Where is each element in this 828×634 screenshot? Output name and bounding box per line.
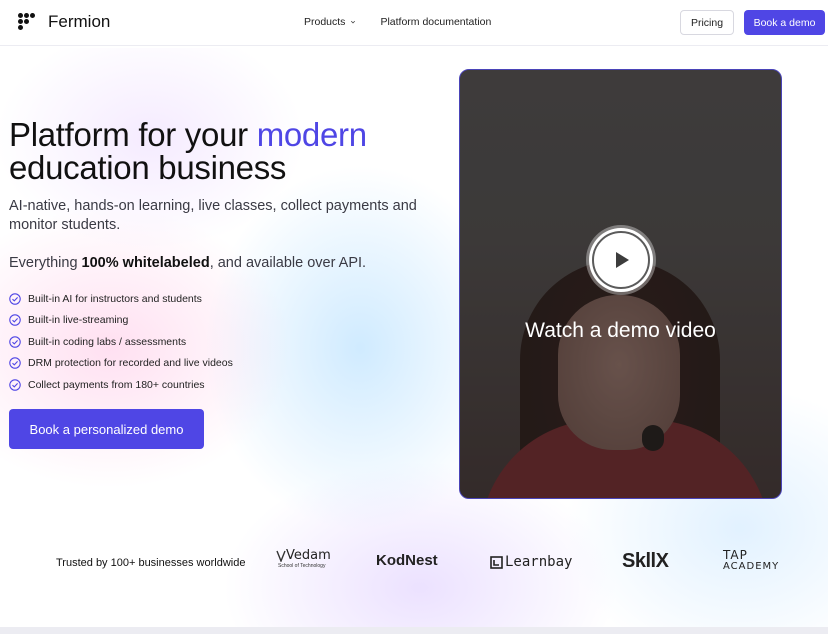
book-personalized-demo-button[interactable]: Book a personalized demo (9, 409, 204, 449)
nav-products-label: Products (304, 16, 346, 28)
fermion-logo-icon (18, 13, 36, 31)
tap-academy-logo-bottom: ACADEMY (723, 561, 780, 572)
check-circle-icon (9, 293, 21, 305)
nav-products[interactable]: Products (304, 16, 356, 28)
vedam-v-icon (276, 550, 286, 562)
check-circle-icon (9, 314, 21, 326)
play-button-ring (592, 231, 650, 289)
top-navbar: Fermion Products Platform documentation … (0, 0, 828, 46)
feature-item: Built-in coding labs / assessments (9, 331, 233, 353)
vedam-logo: Vedam School of Technology (276, 548, 331, 569)
tap-academy-logo-top: TAP (723, 548, 748, 562)
whitelabel-prefix: Everything (9, 255, 82, 271)
feature-label: DRM protection for recorded and live vid… (28, 357, 233, 370)
whitelabel-line: Everything 100% whitelabeled, and availa… (9, 254, 429, 273)
feature-label: Built-in coding labs / assessments (28, 335, 187, 348)
play-icon (616, 252, 629, 268)
check-circle-icon (9, 357, 21, 369)
whitelabel-suffix: , and available over API. (209, 255, 367, 271)
video-label: Watch a demo video (525, 319, 716, 342)
nav-platform-documentation[interactable]: Platform documentation (380, 16, 491, 28)
learnbay-mark-icon (490, 555, 503, 569)
trusted-by-text: Trusted by 100+ businesses worldwide (56, 557, 246, 569)
book-demo-button[interactable]: Book a demo (744, 10, 825, 35)
chevron-down-icon (351, 20, 356, 24)
brand-name: Fermion (48, 12, 111, 31)
hero-title-part2: education business (9, 149, 287, 186)
hero-subtitle: AI-native, hands-on learning, live class… (9, 198, 417, 233)
demo-video-player[interactable]: Watch a demo video (459, 69, 782, 499)
check-circle-icon (9, 379, 21, 391)
hero-title-accent: modern (256, 116, 367, 153)
learnbay-logo-text: Learnbay (505, 554, 573, 570)
kodnest-logo: KodNest (376, 552, 438, 569)
feature-list: Built-in AI for instructors and students… (9, 288, 233, 396)
feature-label: Built-in live-streaming (28, 314, 129, 327)
learnbay-logo: Learnbay (490, 554, 572, 570)
brand-logo[interactable]: Fermion (18, 12, 110, 32)
vedam-logo-text: Vedam (286, 548, 331, 563)
play-button[interactable] (589, 228, 653, 292)
hero-title: Platform for your modern education busin… (9, 118, 449, 184)
skill-logo: SkllX (622, 550, 669, 572)
feature-label: Collect payments from 180+ countries (28, 378, 205, 391)
feature-item: DRM protection for recorded and live vid… (9, 353, 233, 375)
tap-academy-logo: TAP ACADEMY (723, 548, 780, 572)
vedam-logo-subtext: School of Technology (278, 563, 326, 569)
page-bottom-edge (0, 627, 828, 634)
check-circle-icon (9, 336, 21, 348)
hero-title-part1: Platform for your (9, 116, 257, 153)
feature-item: Built-in live-streaming (9, 310, 233, 332)
feature-item: Collect payments from 180+ countries (9, 374, 233, 396)
pricing-button[interactable]: Pricing (680, 10, 734, 35)
feature-item: Built-in AI for instructors and students (9, 288, 233, 310)
main-nav: Products Platform documentation (304, 16, 491, 28)
whitelabel-bold: 100% whitelabeled (81, 255, 210, 271)
feature-label: Built-in AI for instructors and students (28, 292, 202, 305)
vedam-logo-mark: Vedam (276, 548, 331, 563)
